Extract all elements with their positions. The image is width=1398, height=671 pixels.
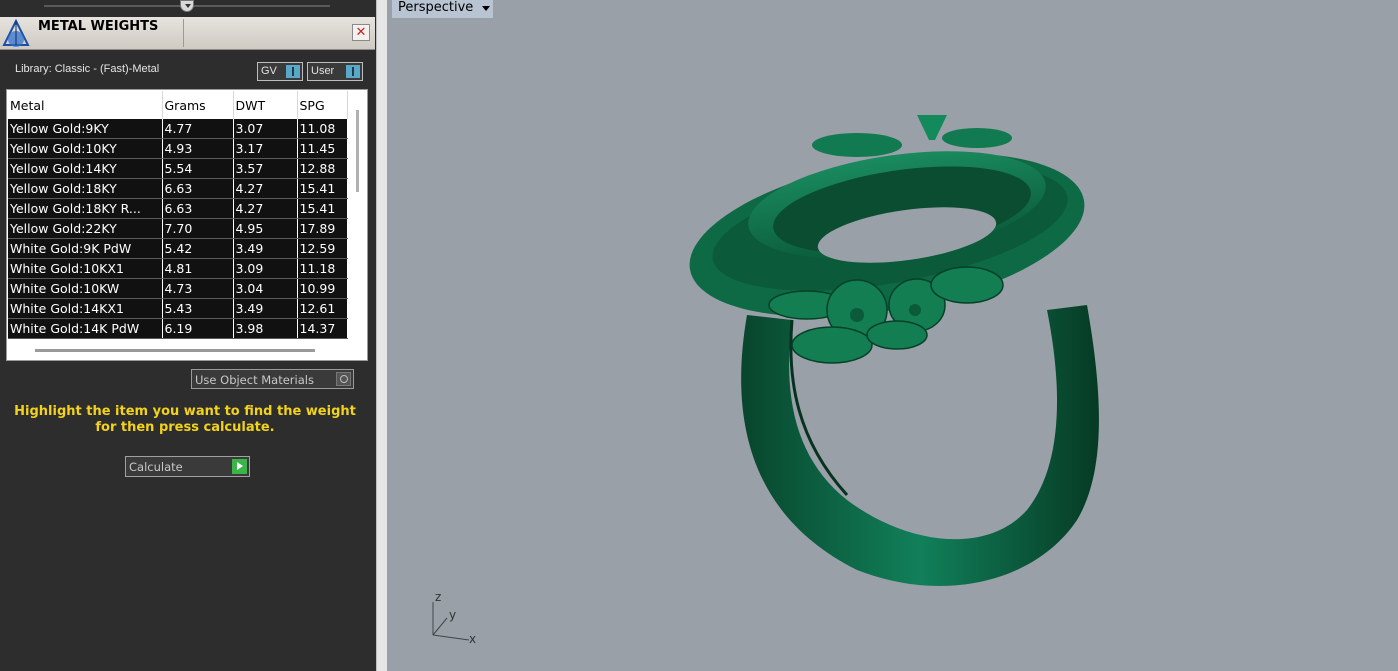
metal-weights-table: Metal Grams DWT SPG Yellow Gold:9KY 4.77 3… bbox=[8, 91, 348, 339]
cell-spg: 11.18 bbox=[297, 258, 348, 279]
panel-splitter[interactable] bbox=[376, 0, 387, 671]
cell-grams: 5.43 bbox=[162, 298, 234, 319]
cell-dwt: 3.17 bbox=[233, 138, 298, 159]
column-header-grams[interactable]: Grams bbox=[162, 91, 234, 119]
title-separator bbox=[183, 19, 184, 47]
table-row[interactable]: White Gold:14K PdW 6.19 3.98 14.37 bbox=[8, 318, 348, 339]
cell-metal: Yellow Gold:14KY bbox=[8, 158, 163, 179]
user-toggle-label: User bbox=[311, 65, 335, 77]
cell-metal: Yellow Gold:18KY bbox=[8, 178, 163, 199]
cell-dwt: 4.95 bbox=[233, 218, 298, 239]
table-row[interactable]: Yellow Gold:14KY 5.54 3.57 12.88 bbox=[8, 158, 348, 179]
cell-spg: 11.45 bbox=[297, 138, 348, 159]
cell-grams: 4.93 bbox=[162, 138, 234, 159]
cell-metal: White Gold:14K PdW bbox=[8, 318, 163, 339]
cell-metal: Yellow Gold:22KY bbox=[8, 218, 163, 239]
cell-grams: 4.73 bbox=[162, 278, 234, 299]
instruction-text: Highlight the item you want to find the … bbox=[14, 404, 356, 435]
cell-grams: 5.42 bbox=[162, 238, 234, 259]
cell-spg: 12.88 bbox=[297, 158, 348, 179]
table-header-row: Metal Grams DWT SPG bbox=[8, 91, 348, 119]
perspective-viewport[interactable]: Perspective z y x bbox=[387, 0, 1398, 671]
cell-dwt: 3.49 bbox=[233, 298, 298, 319]
cell-grams: 4.77 bbox=[162, 119, 234, 139]
axis-label-y: y bbox=[449, 608, 457, 622]
cell-metal: Yellow Gold:9KY bbox=[8, 119, 163, 139]
axis-label-x: x bbox=[469, 632, 477, 646]
ring-3d-model[interactable] bbox=[387, 0, 1398, 671]
library-label: Library: Classic - (Fast)-Metal bbox=[15, 63, 160, 75]
table-vertical-scrollbar[interactable] bbox=[356, 110, 359, 192]
cell-spg: 10.99 bbox=[297, 278, 348, 299]
table-row[interactable]: Yellow Gold:9KY 4.77 3.07 11.08 bbox=[8, 119, 348, 139]
metal-weights-panel: METAL WEIGHTS ✕ Library: Classic - (Fast… bbox=[0, 0, 376, 671]
cell-spg: 17.89 bbox=[297, 218, 348, 239]
cell-dwt: 3.04 bbox=[233, 278, 298, 299]
panel-title-bar: METAL WEIGHTS ✕ bbox=[0, 17, 375, 50]
gv-toggle[interactable]: GV bbox=[257, 62, 303, 81]
close-button[interactable]: ✕ bbox=[352, 24, 370, 41]
panel-title: METAL WEIGHTS bbox=[38, 19, 159, 34]
axis-indicator: z y x bbox=[427, 590, 487, 654]
cell-dwt: 3.98 bbox=[233, 318, 298, 339]
cell-spg: 15.41 bbox=[297, 178, 348, 199]
column-header-spg[interactable]: SPG bbox=[297, 91, 348, 119]
cell-grams: 6.63 bbox=[162, 198, 234, 219]
cell-metal: White Gold:9K PdW bbox=[8, 238, 163, 259]
cell-spg: 11.08 bbox=[297, 119, 348, 139]
play-arrow-icon bbox=[232, 459, 247, 474]
cell-metal: White Gold:10KX1 bbox=[8, 258, 163, 279]
use-object-materials-label: Use Object Materials bbox=[195, 373, 314, 387]
cell-grams: 6.19 bbox=[162, 318, 234, 339]
table-horizontal-scrollbar[interactable] bbox=[35, 349, 315, 352]
toggle-switch-icon bbox=[346, 65, 360, 78]
cell-grams: 4.81 bbox=[162, 258, 234, 279]
cell-dwt: 3.57 bbox=[233, 158, 298, 179]
cell-spg: 12.59 bbox=[297, 238, 348, 259]
gv-toggle-label: GV bbox=[261, 65, 277, 77]
cell-dwt: 4.27 bbox=[233, 178, 298, 199]
user-toggle[interactable]: User bbox=[307, 62, 363, 81]
viewport-menu-arrow-icon[interactable] bbox=[479, 0, 493, 18]
cell-metal: Yellow Gold:18KY R... bbox=[8, 198, 163, 219]
table-row[interactable]: Yellow Gold:18KY 6.63 4.27 15.41 bbox=[8, 178, 348, 199]
cell-grams: 7.70 bbox=[162, 218, 234, 239]
cell-dwt: 3.07 bbox=[233, 119, 298, 139]
cell-grams: 6.63 bbox=[162, 178, 234, 199]
table-row[interactable]: Yellow Gold:10KY 4.93 3.17 11.45 bbox=[8, 138, 348, 159]
cell-dwt: 3.49 bbox=[233, 238, 298, 259]
cell-grams: 5.54 bbox=[162, 158, 234, 179]
calculate-label: Calculate bbox=[129, 460, 183, 474]
panel-slider-knob[interactable] bbox=[180, 0, 194, 12]
table-row[interactable]: White Gold:14KX1 5.43 3.49 12.61 bbox=[8, 298, 348, 319]
cell-metal: White Gold:14KX1 bbox=[8, 298, 163, 319]
table-row[interactable]: White Gold:10KX1 4.81 3.09 11.18 bbox=[8, 258, 348, 279]
toggle-switch-icon bbox=[286, 65, 300, 78]
column-header-metal[interactable]: Metal bbox=[8, 91, 163, 119]
table-row[interactable]: Yellow Gold:18KY R... 6.63 4.27 15.41 bbox=[8, 198, 348, 219]
table-row[interactable]: White Gold:9K PdW 5.42 3.49 12.59 bbox=[8, 238, 348, 259]
use-object-materials-button[interactable]: Use Object Materials bbox=[191, 369, 354, 389]
viewport-label[interactable]: Perspective bbox=[392, 0, 480, 18]
calculate-button[interactable]: Calculate bbox=[125, 456, 250, 477]
cell-spg: 15.41 bbox=[297, 198, 348, 219]
metal-weights-logo-icon bbox=[2, 18, 30, 47]
column-header-dwt[interactable]: DWT bbox=[233, 91, 298, 119]
metal-table-container: Metal Grams DWT SPG Yellow Gold:9KY 4.77 3… bbox=[6, 89, 368, 361]
radio-icon bbox=[336, 372, 351, 386]
table-row[interactable]: Yellow Gold:22KY 7.70 4.95 17.89 bbox=[8, 218, 348, 239]
cell-metal: White Gold:10KW bbox=[8, 278, 163, 299]
cell-metal: Yellow Gold:10KY bbox=[8, 138, 163, 159]
cell-spg: 14.37 bbox=[297, 318, 348, 339]
cell-dwt: 3.09 bbox=[233, 258, 298, 279]
axis-label-z: z bbox=[435, 590, 442, 604]
cell-dwt: 4.27 bbox=[233, 198, 298, 219]
cell-spg: 12.61 bbox=[297, 298, 348, 319]
table-row[interactable]: White Gold:10KW 4.73 3.04 10.99 bbox=[8, 278, 348, 299]
